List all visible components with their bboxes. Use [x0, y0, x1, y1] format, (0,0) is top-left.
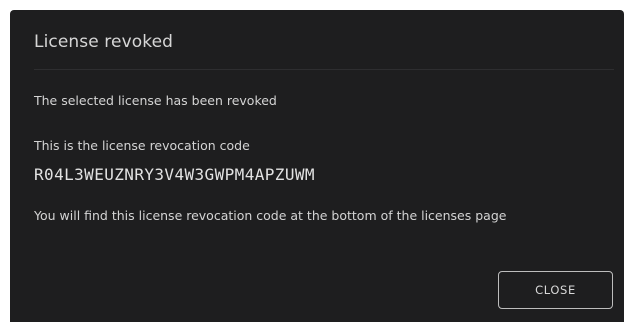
revoked-message: The selected license has been revoked — [34, 93, 277, 108]
close-button[interactable]: CLOSE — [498, 271, 613, 309]
revocation-code-label: This is the license revocation code — [34, 138, 250, 153]
license-revoked-dialog: License revoked The selected license has… — [10, 10, 624, 322]
revocation-code[interactable]: R04L3WEUZNRY3V4W3GWPM4APZUWM — [34, 165, 315, 184]
find-code-message: You will find this license revocation co… — [34, 208, 507, 223]
title-divider — [34, 69, 614, 70]
dialog-title: License revoked — [34, 32, 174, 52]
